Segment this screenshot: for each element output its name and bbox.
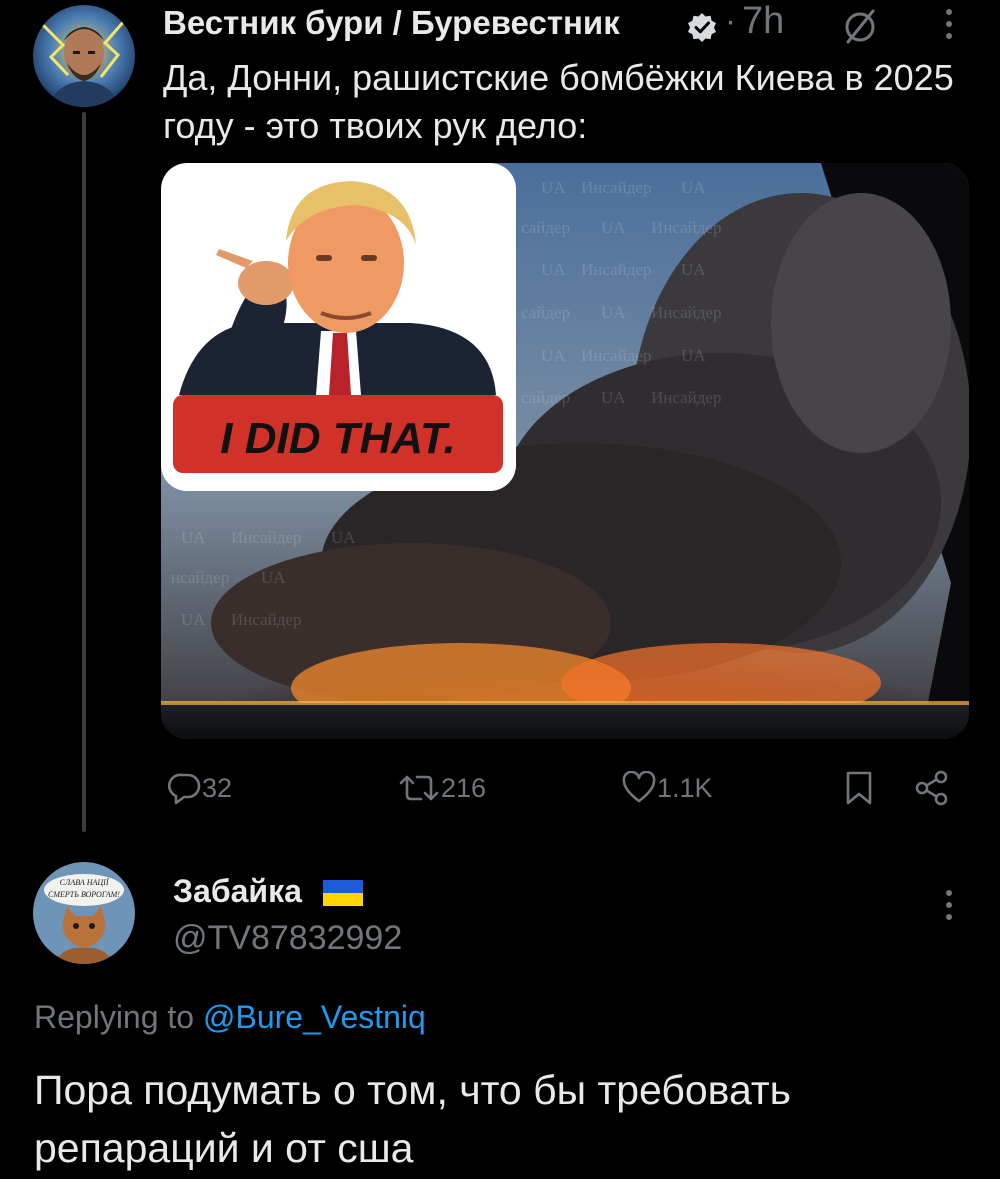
svg-text:сайдер: сайдер <box>521 303 570 322</box>
replying-to-prefix: Replying to <box>34 999 195 1035</box>
sticker-caption: I DID THAT. <box>220 414 455 463</box>
svg-text:сайдер: сайдер <box>521 218 570 237</box>
reply-icon <box>168 773 201 805</box>
sticker-image: I DID THAT. <box>161 163 516 491</box>
tweet-media-image[interactable]: UA Инсайдер UA сайдер UA Инсайдер UA Инсайдер… <box>161 163 969 739</box>
svg-text:UA: UA <box>181 528 206 547</box>
reply-text: Пора подумать о том, что бы требовать ре… <box>34 1067 792 1171</box>
svg-text:Инсайдер: Инсайдер <box>231 610 301 629</box>
bookmark-icon <box>846 771 872 805</box>
svg-text:UA: UA <box>681 346 706 365</box>
retweet-icon <box>399 775 439 801</box>
replying-to-mention[interactable]: @Bure_Vestniq <box>203 999 426 1035</box>
reply-button[interactable]: 32 <box>168 766 232 810</box>
retweet-count: 216 <box>441 772 487 803</box>
share-icon <box>915 770 948 806</box>
heart-icon <box>622 771 656 803</box>
svg-text:UA: UA <box>681 260 706 279</box>
tweet-text: Да, Донни, рашистские бомбёжки Киева в 2… <box>163 57 954 146</box>
replying-to-line: Replying to @Bure_Vestniq <box>34 999 426 1036</box>
tweet-timestamp[interactable]: 7h <box>742 0 784 43</box>
svg-text:UA: UA <box>261 568 286 587</box>
svg-text:UA: UA <box>681 178 706 197</box>
bookmark-button[interactable] <box>844 766 874 810</box>
more-options-icon[interactable] <box>934 4 964 44</box>
svg-text:UA: UA <box>541 260 566 279</box>
avatar-text-1: СЛАВА НАЦІЇ <box>60 878 110 887</box>
svg-text:нсайдер: нсайдер <box>171 568 229 587</box>
author-avatar[interactable] <box>33 5 135 107</box>
like-button[interactable]: 1.1K <box>621 766 713 810</box>
svg-text:сайдер: сайдер <box>521 388 570 407</box>
reply-count: 32 <box>202 772 233 803</box>
author-name[interactable]: Вестник бури / Буревестник <box>163 4 620 42</box>
svg-text:UA: UA <box>601 303 626 322</box>
avatar-portrait-image <box>33 5 135 107</box>
share-button[interactable] <box>914 766 950 810</box>
svg-text:Инсайдер: Инсайдер <box>651 303 721 322</box>
svg-text:UA: UA <box>541 178 566 197</box>
reply-more-options-icon[interactable] <box>934 885 964 925</box>
reply-author-name[interactable]: Забайка <box>173 873 302 910</box>
reply-author-handle[interactable]: @TV87832992 <box>173 919 402 958</box>
ukraine-flag-icon <box>323 880 363 906</box>
svg-text:Инсайдер: Инсайдер <box>581 346 651 365</box>
svg-text:UA: UA <box>601 388 626 407</box>
cat-avatar-image: СЛАВА НАЦІЇ СМЕРТЬ ВОРОГАМ! <box>33 862 135 964</box>
like-count: 1.1K <box>657 772 713 803</box>
svg-text:UA: UA <box>331 528 356 547</box>
avatar-text-2: СМЕРТЬ ВОРОГАМ! <box>48 890 120 899</box>
grok-icon[interactable] <box>840 6 880 46</box>
separator-dot: · <box>725 2 736 39</box>
verified-badge-icon <box>687 12 717 42</box>
reply-author-avatar[interactable]: СЛАВА НАЦІЇ СМЕРТЬ ВОРОГАМ! <box>33 862 135 964</box>
svg-text:Инсайдер: Инсайдер <box>651 388 721 407</box>
svg-text:Инсайдер: Инсайдер <box>231 528 301 547</box>
svg-text:Инсайдер: Инсайдер <box>581 260 651 279</box>
svg-text:Инсайдер: Инсайдер <box>651 218 721 237</box>
svg-text:UA: UA <box>601 218 626 237</box>
thread-connector-line <box>82 112 86 832</box>
svg-text:Инсайдер: Инсайдер <box>581 178 651 197</box>
svg-text:UA: UA <box>541 346 566 365</box>
retweet-button[interactable]: 216 <box>397 766 486 810</box>
svg-text:UA: UA <box>181 610 206 629</box>
